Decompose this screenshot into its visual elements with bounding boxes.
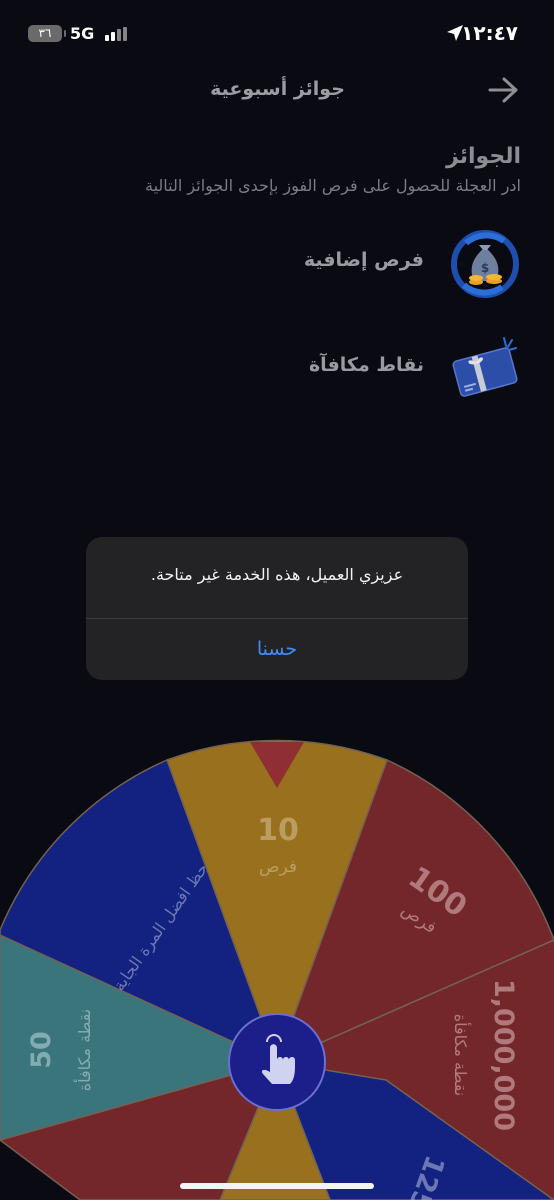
status-bar: ٣٦ 5G ١٢:٤٧ (0, 0, 554, 70)
prize-item-reward-points: نقاط مكافآة (30, 330, 524, 410)
gift-card-icon (452, 337, 518, 397)
segment-value: 1,000,000 (488, 979, 519, 1131)
segment-value: 10 (257, 813, 299, 848)
home-indicator[interactable] (180, 1183, 374, 1189)
prize-label: فرص إضافية (303, 249, 424, 271)
segment-text: فرص (259, 857, 297, 877)
signal-icon (105, 27, 127, 41)
svg-text:$: $ (481, 261, 489, 275)
spin-button[interactable] (228, 1013, 326, 1111)
segment-value: 50 (26, 1031, 57, 1069)
page-title: جوائز أسبوعية (210, 78, 345, 100)
ok-button[interactable]: حسنا (86, 619, 468, 680)
clock: ١٢:٤٧ (461, 21, 518, 45)
alert-message: عزيزي العميل، هذه الخدمة غير متاحة. (150, 565, 404, 584)
segment-text: نقطة مكافأة (451, 1014, 472, 1097)
battery-indicator: ٣٦ (28, 25, 66, 42)
network-type: 5G (70, 24, 95, 43)
prize-item-extra-chances: $ فرص إضافية (30, 225, 524, 305)
prizes-heading: الجوائز (446, 144, 521, 169)
prizes-description: ادر العجلة للحصول على فرص الفوز بإحدى ال… (145, 176, 521, 195)
alert-dialog: عزيزي العميل، هذه الخدمة غير متاحة. حسنا (86, 537, 468, 680)
prize-wheel[interactable]: 10 فرص 100 فرص 1,000,000 نقطة مكافأة 125… (0, 700, 554, 1200)
back-arrow-icon[interactable] (486, 75, 520, 105)
segment-text: نقطة مكافأة (73, 1009, 94, 1092)
money-bag-icon: $ (451, 230, 519, 298)
prize-label: نقاط مكافآة (308, 354, 424, 376)
